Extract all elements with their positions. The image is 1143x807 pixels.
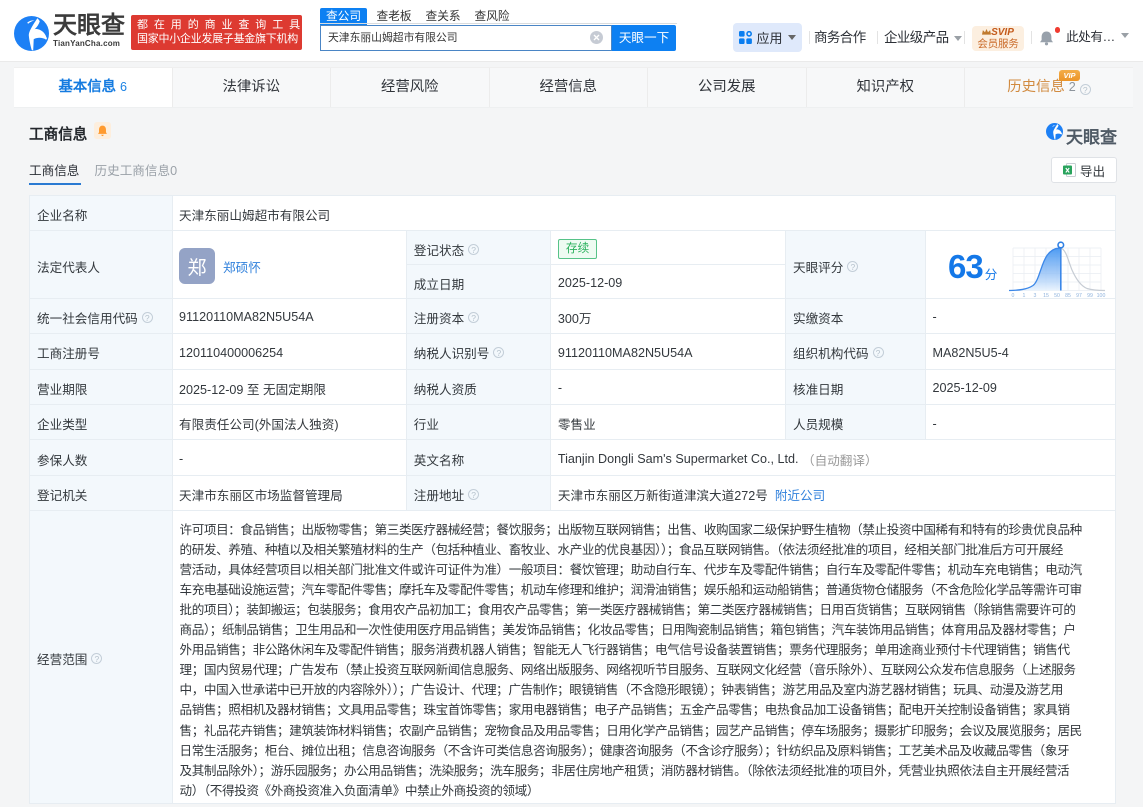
svg-text:97: 97	[1076, 293, 1082, 298]
svg-text:100: 100	[1097, 293, 1106, 298]
svg-text:99: 99	[1087, 293, 1093, 298]
svg-text:3: 3	[1034, 293, 1037, 298]
svg-text:50: 50	[1054, 293, 1060, 298]
svg-text:85: 85	[1065, 293, 1071, 298]
svg-text:0: 0	[1012, 293, 1015, 298]
svg-text:1: 1	[1023, 293, 1026, 298]
svg-text:15: 15	[1043, 293, 1049, 298]
